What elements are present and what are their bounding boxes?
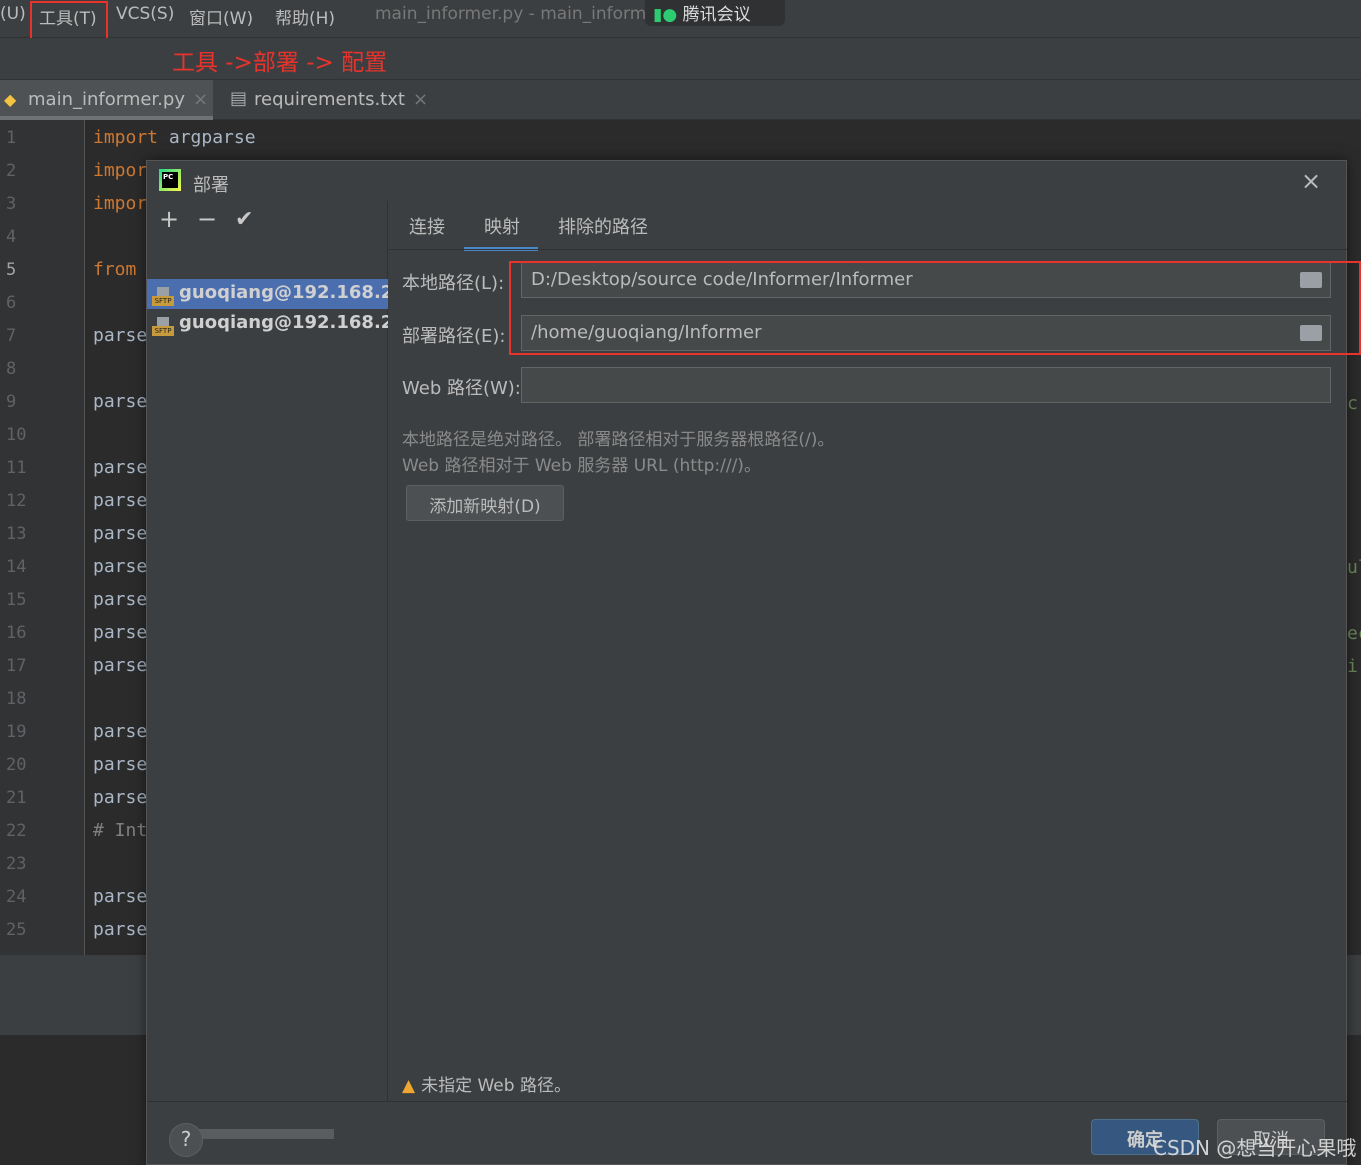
editor-tab-bar: ◆ main_informer.py × ▤ requirements.txt × bbox=[0, 80, 1361, 120]
line-number: 8 bbox=[6, 359, 17, 379]
code-line: parse bbox=[93, 556, 148, 577]
hint-text: Web 路径相对于 Web 服务器 URL (http:///)。 bbox=[402, 456, 761, 476]
code-line: parse bbox=[93, 523, 148, 544]
code-line: from bbox=[93, 259, 137, 280]
meeting-overlay[interactable]: ▮● 腾讯会议 bbox=[645, 0, 785, 26]
line-number: 9 bbox=[6, 392, 17, 412]
line-number: 16 bbox=[6, 623, 27, 643]
code-line: impor bbox=[93, 193, 148, 214]
line-number: 3 bbox=[6, 194, 17, 214]
highlight-box-paths bbox=[509, 261, 1361, 355]
deployment-path-label: 部署路径(E): bbox=[402, 326, 506, 347]
line-number: 10 bbox=[6, 425, 27, 445]
line-number: 22 bbox=[6, 821, 27, 841]
code-line: parse bbox=[93, 457, 148, 478]
line-number: 14 bbox=[6, 557, 27, 577]
server-list-item[interactable]: SFTP guoqiang@192.168.218 bbox=[147, 279, 388, 309]
line-number: 5 bbox=[6, 260, 17, 280]
dialog-title: 部署 bbox=[193, 175, 229, 196]
tab-main-informer[interactable]: ◆ main_informer.py × bbox=[0, 80, 213, 120]
menu-item-help[interactable]: 帮助(H) bbox=[275, 4, 335, 29]
sftp-icon: SFTP bbox=[152, 317, 174, 336]
highlight-box-tools bbox=[30, 1, 108, 41]
close-tab-icon[interactable]: × bbox=[193, 89, 208, 110]
text-file-icon: ▤ bbox=[230, 88, 248, 109]
python-file-icon: ◆ bbox=[4, 90, 17, 109]
menu-item-window[interactable]: 窗口(W) bbox=[189, 4, 253, 29]
pycharm-logo-icon: PC bbox=[159, 169, 181, 191]
line-number: 24 bbox=[6, 887, 27, 907]
tab-label: requirements.txt bbox=[254, 89, 405, 110]
line-number: 17 bbox=[6, 656, 27, 676]
code-fragment: c bbox=[1347, 393, 1358, 414]
sftp-icon: SFTP bbox=[152, 287, 174, 306]
hint-text: 本地路径是绝对路径。 部署路径相对于服务器根路径(/)。 bbox=[402, 430, 835, 450]
code-line: parse bbox=[93, 721, 148, 742]
line-number: 4 bbox=[6, 227, 17, 247]
line-number: 23 bbox=[6, 854, 27, 874]
code-fragment: ec bbox=[1347, 623, 1361, 644]
tab-divider bbox=[389, 249, 1347, 250]
line-number: 19 bbox=[6, 722, 27, 742]
tab-excluded-paths[interactable]: 排除的路径 bbox=[558, 213, 648, 239]
set-default-button[interactable]: ✔ bbox=[235, 207, 253, 232]
warning-icon: ▲ bbox=[402, 1076, 416, 1096]
server-list-panel: + − ✔ SFTP guoqiang@192.168.218 SFTP guo… bbox=[147, 201, 388, 1139]
warning-message: ▲ 未指定 Web 路径。 bbox=[402, 1076, 571, 1096]
code-line: parse bbox=[93, 886, 148, 907]
close-tab-icon[interactable]: × bbox=[413, 89, 428, 110]
signal-icon: ▮● bbox=[653, 5, 678, 25]
line-number: 20 bbox=[6, 755, 27, 775]
code-line: impor bbox=[93, 160, 148, 181]
code-line: parse bbox=[93, 787, 148, 808]
line-number: 13 bbox=[6, 524, 27, 544]
code-line: parse bbox=[93, 919, 148, 940]
server-list-item[interactable]: SFTP guoqiang@192.168.218 bbox=[147, 309, 388, 339]
web-path-label: Web 路径(W): bbox=[402, 378, 521, 399]
code-line: parse bbox=[93, 622, 148, 643]
line-number: 6 bbox=[6, 293, 17, 313]
code-line: parse bbox=[93, 589, 148, 610]
line-number: 25 bbox=[6, 920, 27, 940]
server-name: guoqiang@192.168.218 bbox=[179, 312, 388, 333]
tab-mappings[interactable]: 映射 bbox=[464, 213, 538, 251]
deployment-dialog: PC 部署 × + − ✔ SFTP guoqiang@192.168.218 … bbox=[146, 160, 1361, 1165]
code-line: parse bbox=[93, 655, 148, 676]
remove-server-button[interactable]: − bbox=[197, 205, 217, 233]
help-button[interactable]: ? bbox=[169, 1123, 203, 1157]
line-number: 11 bbox=[6, 458, 27, 478]
code-line: import argparse bbox=[93, 127, 256, 148]
code-fragment: ul bbox=[1347, 557, 1361, 578]
window-title: main_informer.py - main_informer.py bbox=[375, 4, 689, 24]
code-fragment: ir bbox=[1347, 656, 1361, 677]
footer-divider bbox=[147, 1101, 1347, 1102]
line-number: 18 bbox=[6, 689, 27, 709]
close-icon[interactable]: × bbox=[1301, 167, 1321, 195]
menu-item-vcs[interactable]: VCS(S) bbox=[116, 4, 174, 24]
line-number: 21 bbox=[6, 788, 27, 808]
code-line: # Int bbox=[93, 820, 148, 841]
line-number: 12 bbox=[6, 491, 27, 511]
line-number: 2 bbox=[6, 161, 17, 181]
code-line: parse bbox=[93, 490, 148, 511]
meeting-label: 腾讯会议 bbox=[682, 5, 751, 25]
code-line: parse bbox=[93, 391, 148, 412]
annotation-text: 工具 ->部署 -> 配置 bbox=[172, 50, 388, 76]
menu-bar: (U) 工具(T) VCS(S) 窗口(W) 帮助(H) main_inform… bbox=[0, 0, 1361, 38]
line-number: 7 bbox=[6, 326, 17, 346]
add-mapping-button[interactable]: 添加新映射(D) bbox=[406, 485, 564, 521]
web-path-input[interactable] bbox=[521, 367, 1331, 403]
tab-requirements[interactable]: ▤ requirements.txt × bbox=[228, 80, 428, 120]
add-server-button[interactable]: + bbox=[159, 205, 179, 233]
tab-connection[interactable]: 连接 bbox=[409, 213, 445, 239]
line-number: 1 bbox=[6, 128, 17, 148]
server-name: guoqiang@192.168.218 bbox=[179, 282, 388, 303]
watermark: CSDN @想当开心果哦 bbox=[1153, 1136, 1357, 1160]
code-line: parse bbox=[93, 325, 148, 346]
tab-label: main_informer.py bbox=[28, 89, 185, 110]
code-line: parse bbox=[93, 754, 148, 775]
line-number: 15 bbox=[6, 590, 27, 610]
local-path-label: 本地路径(L): bbox=[402, 273, 505, 294]
menu-item-u[interactable]: (U) bbox=[0, 4, 26, 24]
